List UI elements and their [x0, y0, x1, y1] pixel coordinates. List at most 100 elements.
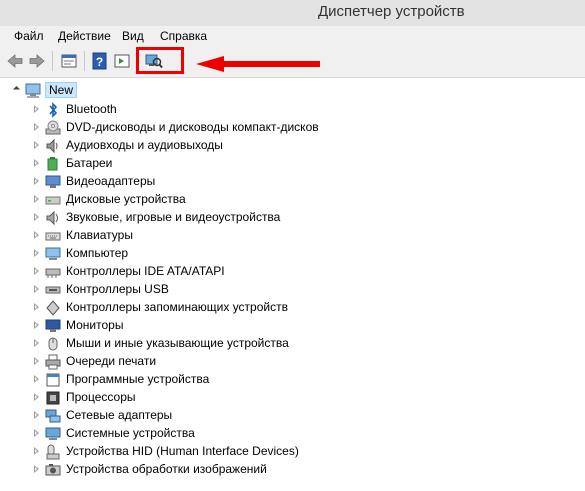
display-adapter-icon [45, 175, 61, 188]
tree-node-keyboards[interactable]: Клавиатуры [34, 227, 574, 245]
expand-arrow-icon[interactable] [34, 159, 39, 167]
tree-node-print-queues[interactable]: Очереди печати [34, 353, 574, 371]
expand-arrow-icon[interactable] [34, 375, 39, 383]
expand-arrow-icon[interactable] [34, 267, 39, 275]
toolbar-separator [84, 51, 85, 71]
tree-node-storage-controllers[interactable]: Контроллеры запоминающих устройств [34, 299, 574, 317]
monitor-icon [45, 319, 61, 332]
audio-io-icon [46, 138, 58, 154]
tree-node-batteries[interactable]: Батареи [34, 155, 574, 173]
tree-node-software-devices[interactable]: Программные устройства [34, 371, 574, 389]
tree-root-label[interactable]: New [45, 82, 78, 98]
tree-node-imaging-devices[interactable]: Устройства обработки изображений [34, 461, 574, 479]
tree-node-label[interactable]: Процессоры [66, 390, 136, 404]
system-device-icon [45, 427, 61, 440]
tree-node-network-adapters[interactable]: Сетевые адаптеры [34, 407, 574, 425]
menu-file[interactable]: Файл [14, 29, 44, 43]
storage-controller-icon [46, 300, 60, 316]
forward-arrow-icon[interactable] [28, 52, 46, 70]
tree-node-label[interactable]: Видеоадаптеры [66, 174, 155, 188]
expand-arrow-icon[interactable] [34, 105, 39, 113]
expand-arrow-icon[interactable] [34, 177, 39, 185]
tree-node-label[interactable]: Компьютер [66, 246, 128, 260]
menu-view[interactable]: Вид [122, 29, 144, 43]
tree-node-label[interactable]: Контроллеры USB [66, 282, 169, 296]
svg-text:?: ? [96, 55, 103, 69]
tree-node-dvd[interactable]: DVD-дисководы и дисководы компакт-дисков [34, 119, 574, 137]
tree-node-label[interactable]: Программные устройства [66, 372, 209, 386]
computer-icon [45, 247, 61, 260]
software-device-icon [46, 373, 60, 387]
tree-node-label[interactable]: Очереди печати [66, 354, 156, 368]
tree-node-usb[interactable]: Контроллеры USB [34, 281, 574, 299]
tree-node-label[interactable]: Сетевые адаптеры [66, 408, 172, 422]
tree-node-label[interactable]: Системные устройства [66, 426, 195, 440]
bluetooth-icon [49, 102, 58, 118]
expand-arrow-icon[interactable] [34, 195, 39, 203]
menu-bar: Файл Действие Вид Справка [0, 26, 585, 45]
action-panel-icon[interactable] [113, 52, 131, 70]
processor-icon [46, 391, 60, 405]
toolbar-separator [52, 51, 53, 71]
tree-node-label[interactable]: Звуковые, игровые и видеоустройства [66, 210, 280, 224]
tree-node-computer[interactable]: Компьютер [34, 245, 574, 263]
computer-icon [25, 83, 41, 98]
tree-node-audio-io[interactable]: Аудиовходы и аудиовыходы [34, 137, 574, 155]
tree-node-sound[interactable]: Звуковые, игровые и видеоустройства [34, 209, 574, 227]
tree-node-label[interactable]: Клавиатуры [66, 228, 133, 242]
battery-icon [47, 157, 58, 171]
tree-node-label[interactable]: Устройства обработки изображений [66, 462, 267, 476]
properties-panel-icon[interactable] [60, 52, 78, 70]
tree-node-label[interactable]: Устройства HID (Human Interface Devices) [66, 444, 299, 458]
network-adapter-icon [45, 409, 61, 423]
tree-node-label[interactable]: Контроллеры IDE ATA/ATAPI [66, 264, 225, 278]
menu-action[interactable]: Действие [58, 29, 111, 43]
highlight-box [136, 47, 184, 74]
print-queue-icon [45, 354, 61, 370]
device-tree: New Bluetooth DVD-дисководы и дисководы … [0, 79, 585, 491]
tree-node-label[interactable]: Мониторы [66, 318, 123, 332]
expand-arrow-icon[interactable] [34, 141, 39, 149]
back-arrow-icon[interactable] [6, 52, 24, 70]
dvd-drive-icon [45, 120, 61, 135]
tree-node-label[interactable]: Bluetooth [66, 102, 117, 116]
tree-node-label[interactable]: DVD-дисководы и дисководы компакт-дисков [66, 120, 319, 134]
expand-arrow-icon[interactable] [34, 303, 39, 311]
tree-node-hid[interactable]: Устройства HID (Human Interface Devices) [34, 443, 574, 461]
tree-node-system-devices[interactable]: Системные устройства [34, 425, 574, 443]
tree-node-disk-drives[interactable]: Дисковые устройства [34, 191, 574, 209]
tree-node-ide[interactable]: Контроллеры IDE ATA/ATAPI [34, 263, 574, 281]
expand-arrow-icon[interactable] [34, 411, 39, 419]
tree-node-monitors[interactable]: Мониторы [34, 317, 574, 335]
expand-arrow-icon[interactable] [34, 393, 39, 401]
tree-node-display-adapters[interactable]: Видеоадаптеры [34, 173, 574, 191]
usb-controller-icon [45, 286, 61, 294]
tree-node-label[interactable]: Контроллеры запоминающих устройств [66, 300, 288, 314]
expand-arrow-icon[interactable] [34, 357, 39, 365]
expand-arrow-icon[interactable] [34, 465, 39, 473]
sound-icon [46, 210, 58, 226]
expand-arrow-icon[interactable] [34, 429, 39, 437]
tree-node-label[interactable]: Дисковые устройства [66, 192, 186, 206]
title-bar: Диспетчер устройств [0, 0, 585, 26]
tree-node-bluetooth[interactable]: Bluetooth [34, 101, 574, 119]
tree-node-label[interactable]: Мыши и иные указывающие устройства [66, 336, 289, 350]
tree-node-label[interactable]: Аудиовходы и аудиовыходы [66, 138, 223, 152]
tree-node-mice[interactable]: Мыши и иные указывающие устройства [34, 335, 574, 353]
expand-arrow-icon[interactable] [34, 321, 39, 329]
help-icon[interactable]: ? [91, 52, 109, 70]
collapse-arrow-icon[interactable] [12, 85, 21, 94]
expand-arrow-icon[interactable] [34, 249, 39, 257]
disk-drive-icon [45, 196, 61, 205]
expand-arrow-icon[interactable] [34, 285, 39, 293]
expand-arrow-icon[interactable] [34, 123, 39, 131]
tree-node-label[interactable]: Батареи [66, 156, 112, 170]
expand-arrow-icon[interactable] [34, 213, 39, 221]
expand-arrow-icon[interactable] [34, 231, 39, 239]
tree-node-processors[interactable]: Процессоры [34, 389, 574, 407]
menu-help[interactable]: Справка [160, 29, 207, 43]
imaging-device-icon [45, 464, 61, 476]
window-title: Диспетчер устройств [318, 3, 465, 20]
expand-arrow-icon[interactable] [34, 447, 39, 455]
expand-arrow-icon[interactable] [34, 339, 39, 347]
